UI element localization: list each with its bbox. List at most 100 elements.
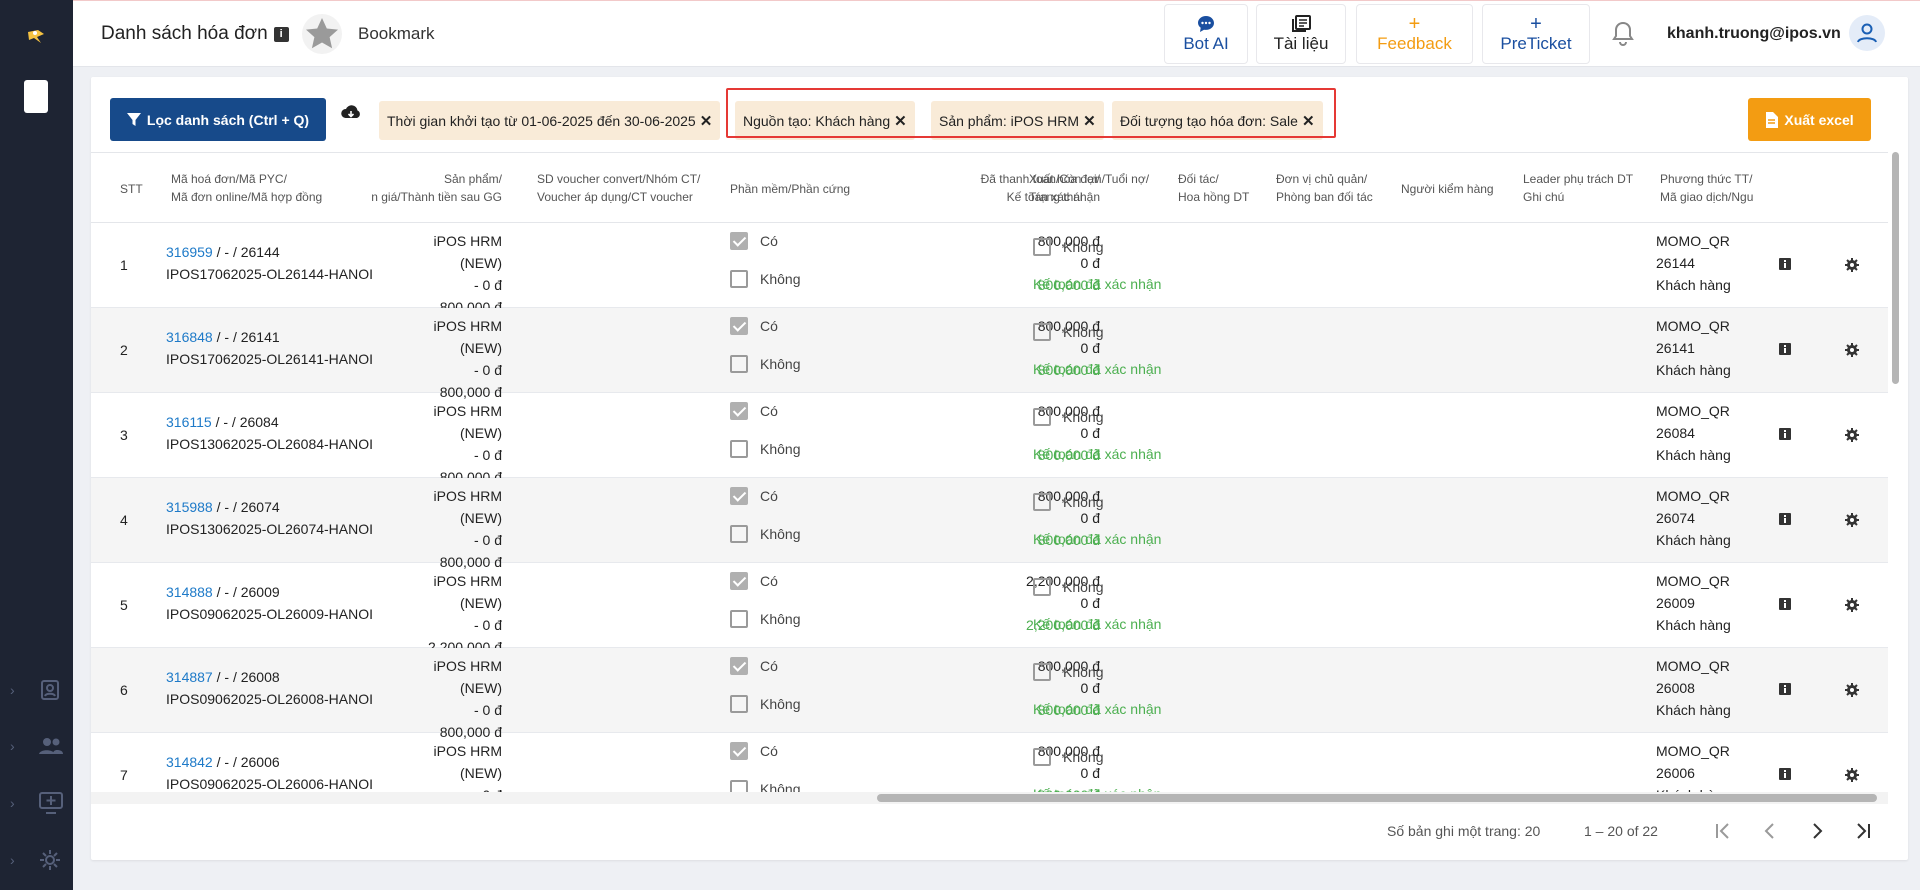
avatar[interactable] [1849,15,1885,51]
software-checkbox[interactable]: Có [730,317,778,335]
checkbox-unchecked[interactable] [730,525,748,543]
info-icon[interactable]: i [273,26,289,42]
hardware-checkbox[interactable]: Không [730,440,800,458]
checkbox-unchecked[interactable] [1033,323,1051,341]
col-header-invoice-status[interactable]: Xuất hóa đơn/Tuổi nợ/ Trạng thái [1029,170,1149,206]
hardware-checkbox[interactable]: Không [730,525,800,543]
checkbox-unchecked[interactable] [730,270,748,288]
checkbox-checked[interactable] [730,742,748,760]
checkbox-checked[interactable] [730,317,748,335]
filter-chip-product[interactable]: Sản phẩm: iPOS HRM ✕ [931,101,1104,140]
col-header-voucher[interactable]: SD voucher convert/Nhóm CT/ Voucher áp d… [537,170,700,206]
first-page-button[interactable] [1708,816,1738,846]
invoice-link[interactable]: 314887 [166,669,213,685]
checkbox-checked[interactable] [730,232,748,250]
hardware-checkbox[interactable]: Không [730,270,800,288]
preticket-button[interactable]: + PreTicket [1482,4,1590,64]
user-email[interactable]: khanh.truong@ipos.vn [1667,25,1841,43]
table-row[interactable]: 3 316115 / - / 26084 IPOS13062025-OL26084-… [91,393,1888,485]
gear-icon[interactable] [1844,342,1860,361]
close-icon[interactable]: ✕ [700,112,713,130]
export-invoice-checkbox[interactable]: Không [1033,238,1103,256]
software-checkbox[interactable]: Có [730,742,778,760]
checkbox-checked[interactable] [730,487,748,505]
horizontal-scrollbar-thumb[interactable] [877,794,1877,802]
table-row[interactable]: 7 314842 / - / 26006 IPOS09062025-OL26006-… [91,733,1888,792]
table-row[interactable]: 2 316848 / - / 26141 IPOS17062025-OL26141-… [91,308,1888,400]
close-icon[interactable]: ✕ [1302,112,1315,130]
checkbox-unchecked[interactable] [1033,748,1051,766]
sidebar-item-contacts[interactable]: › [10,675,66,705]
filter-chip-source[interactable]: Nguồn tạo: Khách hàng ✕ [735,101,915,140]
software-checkbox[interactable]: Có [730,402,778,420]
hardware-checkbox[interactable]: Không [730,355,800,373]
software-checkbox[interactable]: Có [730,572,778,590]
checkbox-unchecked[interactable] [730,355,748,373]
info-icon[interactable] [1778,682,1792,699]
table-row[interactable]: 5 314888 / - / 26009 IPOS09062025-OL26009-… [91,563,1888,655]
bookmark-label[interactable]: Bookmark [358,24,435,44]
col-header-partner[interactable]: Đối tác/ Hoa hồng DT [1178,170,1249,206]
col-header-leader[interactable]: Leader phụ trách DT Ghi chú [1523,170,1633,206]
invoice-link[interactable]: 315988 [166,499,213,515]
info-icon[interactable] [1778,512,1792,529]
checkbox-unchecked[interactable] [1033,408,1051,426]
table-row[interactable]: 1 316959 / - / 26144 IPOS17062025-OL26144-… [91,223,1888,315]
feedback-button[interactable]: + Feedback [1356,4,1473,64]
col-header-product[interactable]: Sản phẩm/ n giá/Thành tiền sau GG [341,170,502,206]
last-page-button[interactable] [1848,816,1878,846]
next-page-button[interactable] [1802,816,1832,846]
bot-ai-button[interactable]: Bot AI [1164,4,1248,64]
sidebar-item-monitor[interactable]: › [10,788,66,818]
invoice-link[interactable]: 314888 [166,584,213,600]
software-checkbox[interactable]: Có [730,657,778,675]
col-header-inspector[interactable]: Người kiểm hàng [1401,180,1494,198]
gear-icon[interactable] [1844,257,1860,276]
invoice-link[interactable]: 316848 [166,329,213,345]
cloud-download-icon[interactable] [340,104,362,125]
col-header-stt[interactable]: STT [120,180,143,198]
checkbox-unchecked[interactable] [730,610,748,628]
table-row[interactable]: 4 315988 / - / 26074 IPOS13062025-OL26074-… [91,478,1888,570]
gear-icon[interactable] [1844,767,1860,786]
checkbox-checked[interactable] [730,657,748,675]
documents-button[interactable]: Tài liệu [1256,4,1346,64]
checkbox-unchecked[interactable] [730,440,748,458]
export-invoice-checkbox[interactable]: Không [1033,493,1103,511]
hardware-checkbox[interactable]: Không [730,610,800,628]
sidebar-active-indicator[interactable] [24,80,48,113]
filter-chip-time[interactable]: Thời gian khởi tạo từ 01-06-2025 đến 30-… [379,101,721,140]
software-checkbox[interactable]: Có [730,232,778,250]
hardware-checkbox[interactable]: Không [730,780,800,792]
close-icon[interactable]: ✕ [1083,112,1096,130]
table-row[interactable]: 6 314887 / - / 26008 IPOS09062025-OL26008-… [91,648,1888,740]
gear-icon[interactable] [1844,512,1860,531]
checkbox-checked[interactable] [730,572,748,590]
sidebar-item-settings[interactable]: › [10,845,66,875]
checkbox-unchecked[interactable] [1033,578,1051,596]
page-size-label[interactable]: Số bản ghi một trang: 20 [1387,823,1540,839]
invoice-link[interactable]: 314842 [166,754,213,770]
export-invoice-checkbox[interactable]: Không [1033,663,1103,681]
horizontal-scrollbar[interactable] [91,792,1888,804]
export-invoice-checkbox[interactable]: Không [1033,578,1103,596]
col-header-software[interactable]: Phần mềm/Phần cứng [730,180,850,198]
checkbox-unchecked[interactable] [1033,663,1051,681]
col-header-codes[interactable]: Mã hoá đơn/Mã PYC/ Mã đơn online/Mã hợp … [171,170,322,206]
invoice-link[interactable]: 316959 [166,244,213,260]
sidebar-item-users[interactable]: › [10,731,66,761]
export-invoice-checkbox[interactable]: Không [1033,408,1103,426]
info-icon[interactable] [1778,342,1792,359]
info-icon[interactable] [1778,597,1792,614]
gear-icon[interactable] [1844,597,1860,616]
gear-icon[interactable] [1844,427,1860,446]
col-header-unit[interactable]: Đơn vị chủ quản/ Phòng ban đối tác [1276,170,1373,206]
close-icon[interactable]: ✕ [894,112,907,130]
vertical-scrollbar-thumb[interactable] [1892,152,1899,384]
hardware-checkbox[interactable]: Không [730,695,800,713]
info-icon[interactable] [1778,427,1792,444]
col-header-payment-method[interactable]: Phương thức TT/ Mã giao dịch/Ngu [1660,170,1753,206]
filter-chip-creator[interactable]: Đối tượng tạo hóa đơn: Sale ✕ [1112,101,1323,140]
export-invoice-checkbox[interactable]: Không [1033,748,1103,766]
export-excel-button[interactable]: Xuất excel [1748,98,1871,141]
